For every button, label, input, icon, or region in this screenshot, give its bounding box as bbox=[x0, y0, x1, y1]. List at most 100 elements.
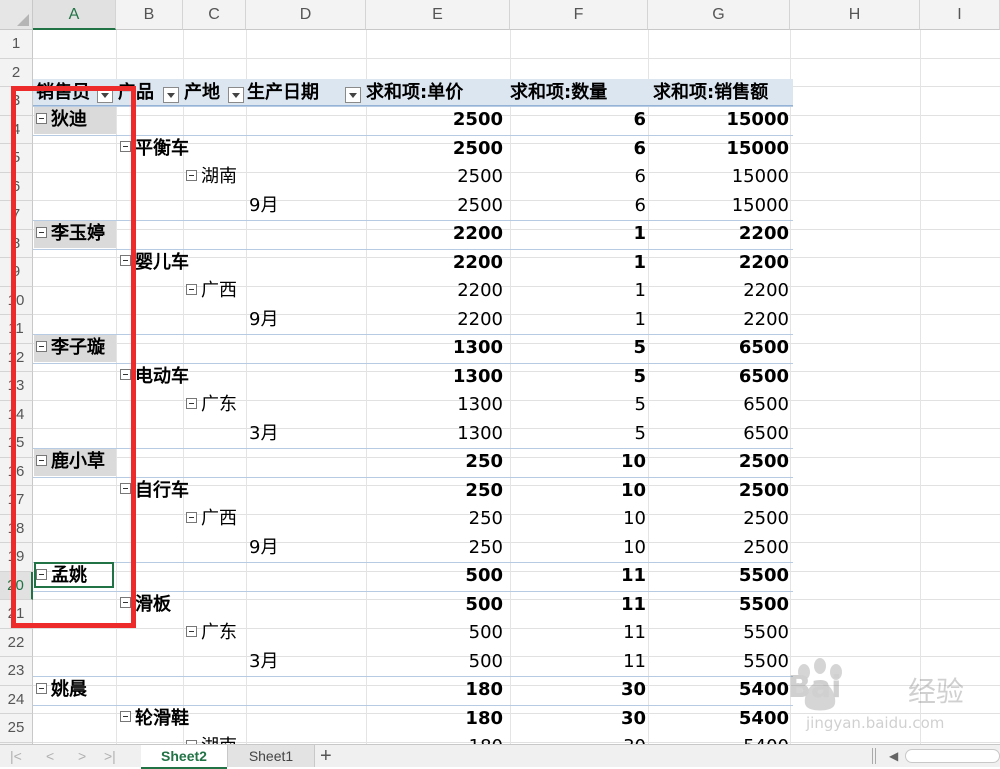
product-filter-dropdown-icon[interactable] bbox=[163, 87, 179, 103]
pivot-value-sales[interactable]: 2500 bbox=[648, 448, 789, 476]
horizontal-scrollbar[interactable] bbox=[905, 749, 1000, 763]
pivot-value-qty[interactable]: 10 bbox=[510, 534, 646, 562]
pivot-value-price[interactable]: 2500 bbox=[366, 192, 503, 220]
pivot-value-qty[interactable]: 5 bbox=[510, 334, 646, 362]
row-header-22[interactable]: 22 bbox=[0, 628, 33, 657]
pivot-value-sales[interactable]: 6500 bbox=[648, 363, 789, 391]
nav-prev-icon[interactable]: < bbox=[46, 747, 54, 765]
pivot-origin-label[interactable]: 湖南 bbox=[186, 733, 237, 744]
pivot-value-qty[interactable]: 10 bbox=[510, 448, 646, 476]
collapse-minus-icon[interactable] bbox=[186, 283, 197, 295]
pivot-value-qty[interactable]: 1 bbox=[510, 277, 646, 305]
pivot-product-label[interactable]: 轮滑鞋 bbox=[120, 705, 189, 733]
nav-last-icon[interactable]: >| bbox=[104, 747, 116, 765]
pivot-date-label[interactable]: 3月 bbox=[249, 420, 278, 448]
pivot-value-sales[interactable]: 2200 bbox=[648, 277, 789, 305]
pivot-value-qty[interactable]: 1 bbox=[510, 249, 646, 277]
date-filter-dropdown-icon[interactable] bbox=[345, 87, 361, 103]
pivot-value-qty[interactable]: 11 bbox=[510, 619, 646, 647]
pivot-value-sales[interactable]: 15000 bbox=[648, 135, 789, 163]
nav-next-icon[interactable]: > bbox=[78, 747, 86, 765]
column-header-i[interactable]: I bbox=[920, 0, 1000, 30]
row-header-1[interactable]: 1 bbox=[0, 30, 33, 59]
pivot-value-sales[interactable]: 2500 bbox=[648, 477, 789, 505]
pivot-date-label[interactable]: 9月 bbox=[249, 534, 278, 562]
column-header-h[interactable]: H bbox=[790, 0, 920, 30]
pivot-value-qty[interactable]: 6 bbox=[510, 135, 646, 163]
pivot-value-qty[interactable]: 6 bbox=[510, 106, 646, 134]
pivot-value-qty[interactable]: 5 bbox=[510, 391, 646, 419]
collapse-minus-icon[interactable] bbox=[186, 169, 197, 181]
pivot-value-price[interactable]: 1300 bbox=[366, 391, 503, 419]
pivot-value-price[interactable]: 500 bbox=[366, 591, 503, 619]
pivot-value-qty[interactable]: 1 bbox=[510, 220, 646, 248]
pivot-value-qty[interactable]: 6 bbox=[510, 163, 646, 191]
pivot-value-qty[interactable]: 10 bbox=[510, 505, 646, 533]
pivot-value-sales[interactable]: 5500 bbox=[648, 562, 789, 590]
pivot-value-price[interactable]: 2500 bbox=[366, 135, 503, 163]
scroll-left-icon[interactable]: ◀ bbox=[889, 747, 898, 765]
pivot-value-price[interactable]: 500 bbox=[366, 619, 503, 647]
column-header-d[interactable]: D bbox=[246, 0, 366, 30]
pivot-value-sales[interactable]: 2200 bbox=[648, 220, 789, 248]
pivot-value-sales[interactable]: 5500 bbox=[648, 648, 789, 676]
pivot-date-label[interactable]: 9月 bbox=[249, 306, 278, 334]
collapse-minus-icon[interactable] bbox=[36, 682, 47, 694]
pivot-value-qty[interactable]: 5 bbox=[510, 420, 646, 448]
pivot-value-sales[interactable]: 2200 bbox=[648, 249, 789, 277]
pivot-value-price[interactable]: 2500 bbox=[366, 163, 503, 191]
pivot-value-qty[interactable]: 5 bbox=[510, 363, 646, 391]
pivot-value-sales[interactable]: 2500 bbox=[648, 505, 789, 533]
pivot-value-qty[interactable]: 11 bbox=[510, 562, 646, 590]
pivot-value-price[interactable]: 2200 bbox=[366, 306, 503, 334]
add-sheet-button[interactable]: + bbox=[320, 745, 332, 767]
pivot-value-qty[interactable]: 11 bbox=[510, 591, 646, 619]
pivot-value-qty[interactable]: 1 bbox=[510, 306, 646, 334]
pivot-date-label[interactable]: 9月 bbox=[249, 192, 278, 220]
tab-sheet2[interactable]: Sheet2 bbox=[141, 745, 227, 769]
column-header-e[interactable]: E bbox=[366, 0, 510, 30]
pivot-value-sales[interactable]: 15000 bbox=[648, 192, 789, 220]
collapse-minus-icon[interactable] bbox=[120, 711, 131, 722]
pivot-value-sales[interactable]: 2500 bbox=[648, 534, 789, 562]
pivot-value-sales[interactable]: 6500 bbox=[648, 334, 789, 362]
pivot-value-qty[interactable]: 30 bbox=[510, 705, 646, 733]
pivot-value-sales[interactable]: 5500 bbox=[648, 591, 789, 619]
pivot-value-price[interactable]: 180 bbox=[366, 705, 503, 733]
pivot-salesperson-label[interactable]: 姚晨 bbox=[36, 676, 87, 704]
pivot-value-sales[interactable]: 15000 bbox=[648, 106, 789, 134]
pivot-value-price[interactable]: 1300 bbox=[366, 334, 503, 362]
pivot-value-sales[interactable]: 5400 bbox=[648, 705, 789, 733]
pivot-value-qty[interactable]: 30 bbox=[510, 676, 646, 704]
pivot-value-price[interactable]: 1300 bbox=[366, 363, 503, 391]
pivot-value-sales[interactable]: 15000 bbox=[648, 163, 789, 191]
pivot-value-qty[interactable]: 30 bbox=[510, 733, 646, 744]
pivot-value-price[interactable]: 2200 bbox=[366, 220, 503, 248]
pivot-value-sales[interactable]: 6500 bbox=[648, 420, 789, 448]
collapse-minus-icon[interactable] bbox=[186, 625, 197, 637]
pivot-value-price[interactable]: 180 bbox=[366, 733, 503, 744]
pivot-value-qty[interactable]: 6 bbox=[510, 192, 646, 220]
pivot-value-price[interactable]: 250 bbox=[366, 448, 503, 476]
origin-filter-dropdown-icon[interactable] bbox=[228, 87, 244, 103]
pivot-value-price[interactable]: 500 bbox=[366, 562, 503, 590]
pivot-value-price[interactable]: 1300 bbox=[366, 420, 503, 448]
pivot-value-sales[interactable]: 5500 bbox=[648, 619, 789, 647]
pivot-value-sales[interactable]: 6500 bbox=[648, 391, 789, 419]
pivot-value-price[interactable]: 180 bbox=[366, 676, 503, 704]
row-header-23[interactable]: 23 bbox=[0, 657, 33, 686]
row-header-2[interactable]: 2 bbox=[0, 58, 33, 87]
tab-sheet1[interactable]: Sheet1 bbox=[227, 745, 315, 767]
tab-split-handle-icon[interactable] bbox=[872, 748, 876, 764]
pivot-value-price[interactable]: 250 bbox=[366, 534, 503, 562]
pivot-origin-label[interactable]: 广西 bbox=[186, 505, 237, 533]
column-header-a[interactable]: A bbox=[33, 0, 116, 30]
column-header-b[interactable]: B bbox=[116, 0, 183, 30]
column-header-c[interactable]: C bbox=[183, 0, 246, 30]
pivot-date-label[interactable]: 3月 bbox=[249, 648, 278, 676]
column-header-g[interactable]: G bbox=[648, 0, 790, 30]
pivot-value-price[interactable]: 250 bbox=[366, 505, 503, 533]
pivot-value-sales[interactable]: 2200 bbox=[648, 306, 789, 334]
row-header-25[interactable]: 25 bbox=[0, 714, 33, 743]
pivot-value-price[interactable]: 2200 bbox=[366, 277, 503, 305]
